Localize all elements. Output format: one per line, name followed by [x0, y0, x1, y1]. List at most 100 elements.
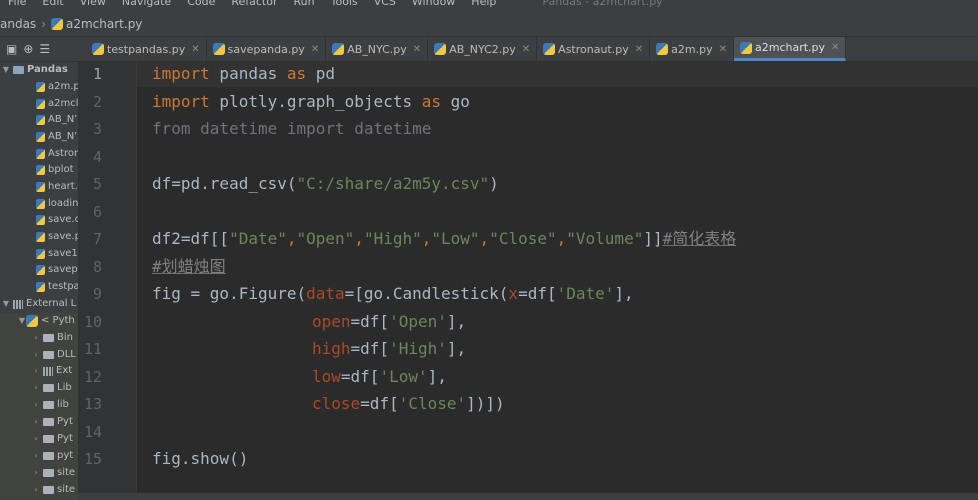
- collapse-icon[interactable]: ☰: [39, 42, 50, 56]
- code-text: =[go.Candlestick(: [344, 284, 509, 303]
- named-parameter: close: [312, 394, 361, 413]
- menu-help[interactable]: Help: [463, 0, 504, 12]
- menu-file[interactable]: File: [0, 0, 34, 12]
- tree-lib-folder[interactable]: › Ext: [32, 363, 72, 379]
- tree-lib-folder[interactable]: › Lib: [32, 380, 71, 396]
- tree-file[interactable]: save.p: [36, 229, 79, 245]
- python-file-icon: [92, 43, 104, 55]
- tree-lib-folder[interactable]: › DLL: [32, 347, 75, 363]
- tree-lib-folder[interactable]: › site: [32, 465, 75, 481]
- chevron-down-icon[interactable]: ▼: [2, 62, 10, 78]
- python-file-icon: [36, 115, 45, 125]
- tab-ab-nyc[interactable]: AB_NYC.py ✕: [326, 37, 429, 61]
- menu-window[interactable]: Window: [404, 0, 463, 12]
- python-icon: [26, 315, 38, 327]
- chevron-right-icon[interactable]: ›: [32, 482, 40, 498]
- tree-lib-folder[interactable]: › Pyt: [32, 414, 72, 430]
- python-file-icon: [36, 282, 45, 292]
- code-text: =df[: [350, 339, 390, 358]
- project-toolbar: ▣ ⊕ ☰: [0, 37, 86, 61]
- keyword: as: [286, 64, 307, 83]
- menu-tools[interactable]: Tools: [323, 0, 366, 12]
- tree-root-label: Pandas: [27, 64, 68, 75]
- tree-file[interactable]: a2mcl: [36, 96, 78, 112]
- tree-file[interactable]: save.c: [36, 212, 79, 228]
- code-line-11: high=df['High'],: [312, 338, 466, 360]
- string-literal: 'Date': [556, 284, 615, 303]
- close-icon[interactable]: ✕: [831, 42, 839, 53]
- chevron-right-icon[interactable]: ›: [32, 363, 40, 379]
- tree-file[interactable]: AB_N’: [36, 129, 77, 145]
- breadcrumb-project[interactable]: andas: [0, 17, 36, 31]
- folder-icon: [43, 401, 54, 409]
- chevron-right-icon[interactable]: ›: [32, 414, 40, 430]
- tree-file-label: save.p: [48, 231, 79, 242]
- code-text: pd: [306, 64, 336, 83]
- line-number: 13: [83, 395, 102, 413]
- tab-savepanda[interactable]: savepanda.py ✕: [207, 37, 327, 61]
- chevron-right-icon[interactable]: ›: [32, 448, 40, 464]
- tree-python-sdk[interactable]: ▼ < Pyth: [18, 313, 75, 329]
- menu-edit[interactable]: Edit: [34, 0, 71, 12]
- menu-code[interactable]: Code: [179, 0, 223, 12]
- tab-astronaut[interactable]: Astronaut.py ✕: [537, 37, 651, 61]
- tree-file-label: loadin: [48, 198, 79, 209]
- close-icon[interactable]: ✕: [719, 44, 727, 55]
- horizontal-scrollbar[interactable]: [78, 493, 978, 500]
- tree-lib-folder[interactable]: › site: [32, 482, 75, 498]
- close-icon[interactable]: ✕: [311, 44, 319, 55]
- tree-lib-folder[interactable]: › lib: [32, 397, 69, 413]
- code-text: ],: [614, 284, 634, 303]
- code-text: ],: [446, 312, 467, 331]
- chevron-right-icon[interactable]: ›: [32, 465, 40, 481]
- chevron-right-icon[interactable]: ›: [32, 347, 40, 363]
- tree-lib-folder[interactable]: › Bin: [32, 330, 73, 346]
- tree-external-libraries[interactable]: ▼ External L: [2, 296, 76, 312]
- code-text: =df[: [360, 394, 399, 413]
- menu-view[interactable]: View: [72, 0, 114, 12]
- tree-file[interactable]: a2m.p: [36, 79, 78, 95]
- close-icon[interactable]: ✕: [522, 44, 530, 55]
- code-editor[interactable]: import pandas as pd import plotly.graph_…: [137, 62, 978, 500]
- tree-file[interactable]: save1.: [36, 246, 78, 262]
- tree-file[interactable]: loadin: [36, 196, 79, 212]
- project-view-icon[interactable]: ▣: [6, 42, 17, 56]
- tree-file[interactable]: testpa: [36, 279, 78, 295]
- close-icon[interactable]: ✕: [191, 44, 199, 55]
- chevron-down-icon[interactable]: ▼: [18, 313, 26, 329]
- tab-testpandas[interactable]: testpandas.py ✕: [86, 37, 207, 61]
- close-icon[interactable]: ✕: [413, 44, 421, 55]
- tree-file[interactable]: AB_N’: [36, 112, 77, 128]
- tree-lib-folder[interactable]: › pyt: [32, 448, 73, 464]
- chevron-right-icon[interactable]: ›: [32, 330, 40, 346]
- tree-file[interactable]: heart.: [36, 179, 78, 195]
- tab-label: a2mchart.py: [754, 41, 826, 54]
- tree-file-label: save.c: [48, 214, 79, 225]
- tree-file[interactable]: Astron: [36, 146, 78, 162]
- editor-gutter[interactable]: 1 2 3 4 5 6 7 8 9 10 11 12 13 14 15: [78, 62, 150, 500]
- tab-a2m[interactable]: a2m.py ✕: [650, 37, 734, 61]
- library-icon: [43, 366, 53, 376]
- comma: ,: [556, 229, 567, 248]
- tab-a2mchart[interactable]: a2mchart.py ✕: [733, 37, 847, 61]
- tree-file[interactable]: bplot: [36, 162, 74, 178]
- menu-refactor[interactable]: Refactor: [223, 0, 285, 12]
- tab-ab-nyc2[interactable]: AB_NYC2.py ✕: [428, 37, 538, 61]
- tree-root[interactable]: ▼ Pandas: [2, 62, 68, 78]
- chevron-down-icon[interactable]: ▼: [2, 296, 10, 312]
- close-icon[interactable]: ✕: [635, 44, 643, 55]
- tree-file[interactable]: savep: [36, 262, 78, 278]
- menu-navigate[interactable]: Navigate: [114, 0, 179, 12]
- tree-lib-label: site: [57, 467, 76, 478]
- python-file-icon: [739, 41, 752, 54]
- menu-run[interactable]: Run: [286, 0, 323, 12]
- chevron-right-icon[interactable]: ›: [32, 431, 40, 447]
- string-literal: "High": [363, 229, 422, 248]
- chevron-right-icon[interactable]: ›: [32, 380, 40, 396]
- breadcrumb-file[interactable]: a2mchart.py: [66, 17, 142, 31]
- target-icon[interactable]: ⊕: [23, 42, 33, 56]
- menu-vcs[interactable]: VCS: [366, 0, 404, 12]
- tree-lib-folder[interactable]: › Pyt: [32, 431, 72, 447]
- code-line-2: import plotly.graph_objects as go: [152, 91, 470, 113]
- chevron-right-icon[interactable]: ›: [32, 397, 40, 413]
